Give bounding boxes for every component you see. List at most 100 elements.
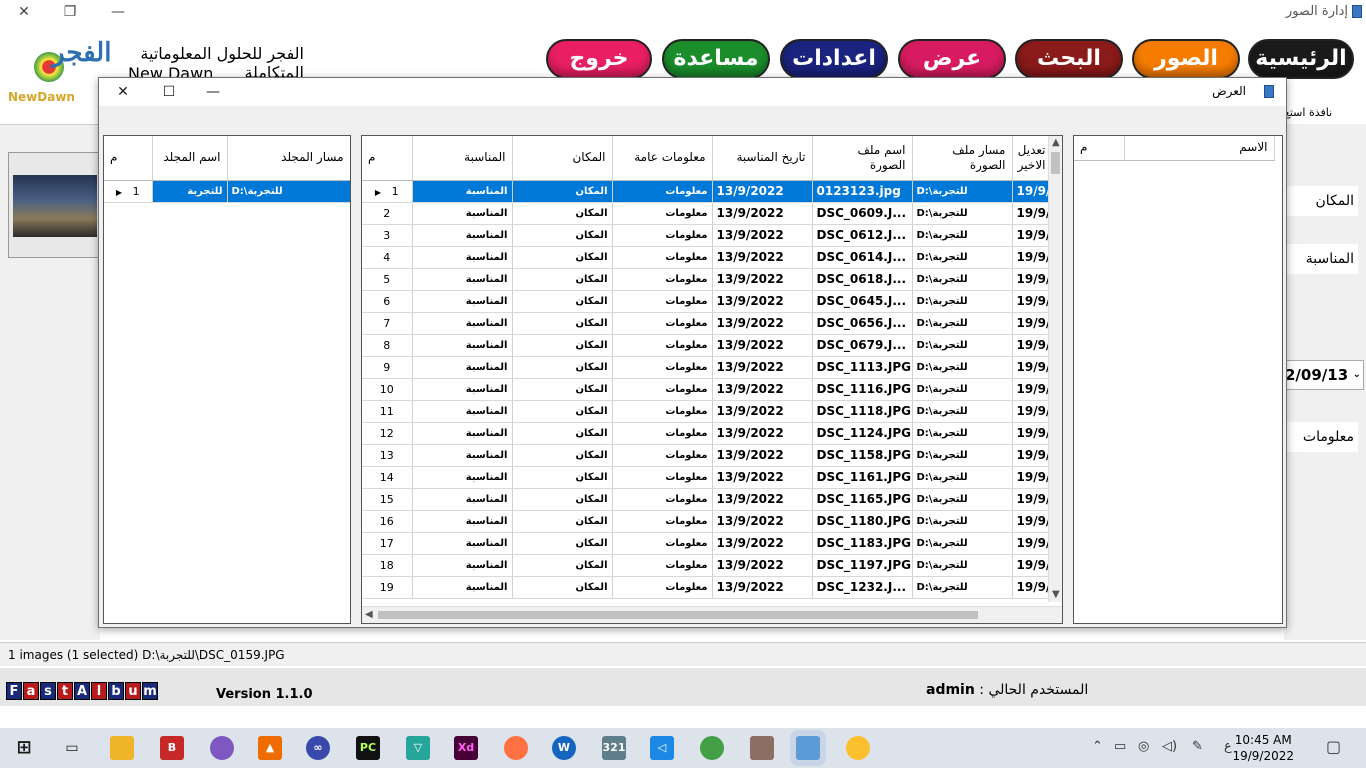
pycharm-icon[interactable]: PC bbox=[356, 736, 380, 760]
table-row[interactable]: 11 المناسبة المكان معلومات 13/9/2022 DSC_1118… bbox=[362, 400, 1049, 423]
images-col-occasion[interactable]: المناسبة bbox=[412, 136, 513, 181]
image-place: المكان bbox=[512, 180, 613, 203]
table-row[interactable]: 8 المناسبة المكان معلومات 13/9/2022 DSC_0679.… bbox=[362, 334, 1049, 357]
table-row[interactable]: 4 المناسبة المكان معلومات 13/9/2022 DSC_0614.… bbox=[362, 246, 1049, 269]
vlc-icon[interactable]: ▲ bbox=[258, 736, 282, 760]
language-indicator[interactable]: ع bbox=[1224, 739, 1232, 754]
place-field[interactable]: المكان bbox=[1282, 186, 1358, 216]
table-row[interactable]: 3 المناسبة المكان معلومات 13/9/2022 DSC_0612.… bbox=[362, 224, 1049, 247]
info-field[interactable]: معلومات bbox=[1282, 422, 1358, 452]
date-picker[interactable]: 2/09/13 ⌄ bbox=[1284, 360, 1364, 390]
scroll-left-icon[interactable]: ◀ bbox=[365, 609, 373, 620]
table-row[interactable]: 13 المناسبة المكان معلومات 13/9/2022 DSC_1158… bbox=[362, 444, 1049, 467]
images-col-filepath[interactable]: مسار ملف الصورة bbox=[912, 136, 1013, 181]
dialog-minimize-button[interactable]: — bbox=[199, 80, 227, 104]
row-number: 18 bbox=[379, 558, 394, 572]
table-row[interactable]: 14 المناسبة المكان معلومات 13/9/2022 DSC_1161… bbox=[362, 466, 1049, 489]
paint-app-icon[interactable] bbox=[846, 736, 870, 760]
table-row[interactable]: 19 المناسبة المكان معلومات 13/9/2022 DSC_1232… bbox=[362, 576, 1049, 599]
images-col-date[interactable]: تاريخ المناسبة bbox=[712, 136, 813, 181]
scrollbar-thumb[interactable] bbox=[1051, 152, 1060, 174]
infinity-app-icon[interactable]: ∞ bbox=[306, 736, 330, 760]
main-restore-button[interactable]: ❐ bbox=[58, 2, 82, 22]
folders-col-path[interactable]: مسار المجلد bbox=[227, 136, 350, 181]
nav-help-button[interactable]: مساعدة bbox=[662, 39, 770, 79]
brand-letter: m bbox=[142, 682, 158, 700]
image-thumbnail[interactable] bbox=[8, 152, 100, 258]
scroll-down-icon[interactable]: ▼ bbox=[1052, 589, 1060, 600]
image-filename: DSC_0679.J... bbox=[812, 334, 913, 357]
system-clock[interactable]: 10:45 AM 19/9/2022 bbox=[1232, 732, 1294, 764]
image-place: المكان bbox=[512, 510, 613, 533]
chevron-up-icon[interactable]: ⌃ bbox=[1092, 739, 1103, 754]
chevron-down-icon[interactable]: ⌄ bbox=[1353, 361, 1361, 389]
chrome-icon[interactable] bbox=[700, 736, 724, 760]
notification-icon[interactable]: ▢ bbox=[1326, 737, 1341, 756]
scroll-up-icon[interactable]: ▲ bbox=[1052, 137, 1060, 148]
app-footer: F a s t A l b u m Version 1.1.0 المستخدم… bbox=[0, 668, 1366, 706]
table-row[interactable]: ▶ 1 المناسبة المكان معلومات 13/9/2022 0123123… bbox=[362, 180, 1049, 203]
images-col-place[interactable]: المكان bbox=[512, 136, 613, 181]
table-row[interactable]: 5 المناسبة المكان معلومات 13/9/2022 DSC_0618.… bbox=[362, 268, 1049, 291]
firefox-icon[interactable] bbox=[504, 736, 528, 760]
adobe-xd-icon[interactable]: Xd bbox=[454, 736, 478, 760]
table-row[interactable]: 17 المناسبة المكان معلومات 13/9/2022 DSC_1183… bbox=[362, 532, 1049, 555]
nav-exit-button[interactable]: خروج bbox=[546, 39, 652, 79]
images-col-info[interactable]: معلومات عامة bbox=[612, 136, 713, 181]
network-icon[interactable]: ◎ bbox=[1138, 739, 1149, 754]
table-row[interactable]: 12 المناسبة المكان معلومات 13/9/2022 DSC_1124… bbox=[362, 422, 1049, 445]
dialog-close-button[interactable]: ✕ bbox=[109, 80, 137, 104]
table-row[interactable]: 18 المناسبة المكان معلومات 13/9/2022 DSC_1197… bbox=[362, 554, 1049, 577]
notes-app-icon[interactable] bbox=[750, 736, 774, 760]
image-date: 13/9/2022 bbox=[712, 180, 813, 203]
folders-col-num[interactable]: م bbox=[104, 136, 153, 181]
vpn-app-icon[interactable]: ▽ bbox=[406, 736, 430, 760]
main-close-button[interactable]: ✕ bbox=[12, 2, 36, 22]
visual-studio-icon[interactable]: ◁ bbox=[650, 736, 674, 760]
names-col-num[interactable]: م bbox=[1074, 136, 1125, 161]
table-row[interactable]: ▶ 1 للتجربة D:\للتجربة bbox=[104, 180, 350, 203]
volume-icon[interactable]: ◁) bbox=[1162, 739, 1177, 754]
image-info: معلومات bbox=[612, 180, 713, 203]
dialog-maximize-button[interactable]: ☐ bbox=[155, 80, 183, 104]
row-number: 3 bbox=[383, 228, 391, 242]
names-col-name[interactable]: الاسم bbox=[1124, 136, 1275, 161]
table-row[interactable]: 6 المناسبة المكان معلومات 13/9/2022 DSC_0645.… bbox=[362, 290, 1049, 313]
image-info: معلومات bbox=[612, 290, 713, 313]
occasion-field[interactable]: المناسبة bbox=[1282, 244, 1358, 274]
photos-app-icon[interactable] bbox=[796, 736, 820, 760]
nav-view-button[interactable]: عرض bbox=[898, 39, 1006, 79]
nav-images-button[interactable]: الصور bbox=[1132, 39, 1240, 79]
windows-start-icon[interactable]: ⊞ bbox=[12, 736, 36, 760]
nav-settings-button[interactable]: اعدادات bbox=[780, 39, 888, 79]
table-row[interactable]: 2 المناسبة المكان معلومات 13/9/2022 DSC_0609.… bbox=[362, 202, 1049, 225]
battery-icon[interactable]: ▭ bbox=[1114, 739, 1126, 754]
image-modified: 19/9/2 bbox=[1012, 532, 1049, 555]
images-col-filename[interactable]: اسم ملف الصورة bbox=[812, 136, 913, 181]
tor-browser-icon[interactable] bbox=[210, 736, 234, 760]
images-col-modified[interactable]: تعديل الاخير bbox=[1012, 136, 1049, 181]
table-row[interactable]: 15 المناسبة المكان معلومات 13/9/2022 DSC_1165… bbox=[362, 488, 1049, 511]
calendar-app-icon[interactable]: 321 bbox=[602, 736, 626, 760]
row-number: 5 bbox=[383, 272, 391, 286]
table-row[interactable]: 7 المناسبة المكان معلومات 13/9/2022 DSC_0656.… bbox=[362, 312, 1049, 335]
horizontal-scrollbar[interactable]: ◀ bbox=[362, 606, 1062, 623]
file-explorer-icon[interactable] bbox=[110, 736, 134, 760]
table-row[interactable]: 9 المناسبة المكان معلومات 13/9/2022 DSC_1113.… bbox=[362, 356, 1049, 379]
main-minimize-button[interactable]: — bbox=[106, 2, 130, 22]
vertical-scrollbar[interactable]: ▲ ▼ bbox=[1048, 136, 1062, 602]
nav-search-button[interactable]: البحث bbox=[1015, 39, 1123, 79]
row-number: 6 bbox=[383, 294, 391, 308]
nav-home-button[interactable]: الرئيسية bbox=[1248, 39, 1354, 79]
pen-icon[interactable]: ✎ bbox=[1192, 739, 1203, 754]
bitdefender-icon[interactable]: B bbox=[160, 736, 184, 760]
row-number: 19 bbox=[379, 580, 394, 594]
images-col-num[interactable]: م bbox=[362, 136, 413, 181]
image-filename: DSC_1116.JPG bbox=[812, 378, 913, 401]
task-view-icon[interactable]: ▭ bbox=[60, 736, 84, 760]
table-row[interactable]: 16 المناسبة المكان معلومات 13/9/2022 DSC_1180… bbox=[362, 510, 1049, 533]
folders-col-name[interactable]: اسم المجلد bbox=[152, 136, 228, 181]
table-row[interactable]: 10 المناسبة المكان معلومات 13/9/2022 DSC_1116… bbox=[362, 378, 1049, 401]
hscrollbar-thumb[interactable] bbox=[378, 611, 978, 619]
word-app-icon[interactable]: W bbox=[552, 736, 576, 760]
